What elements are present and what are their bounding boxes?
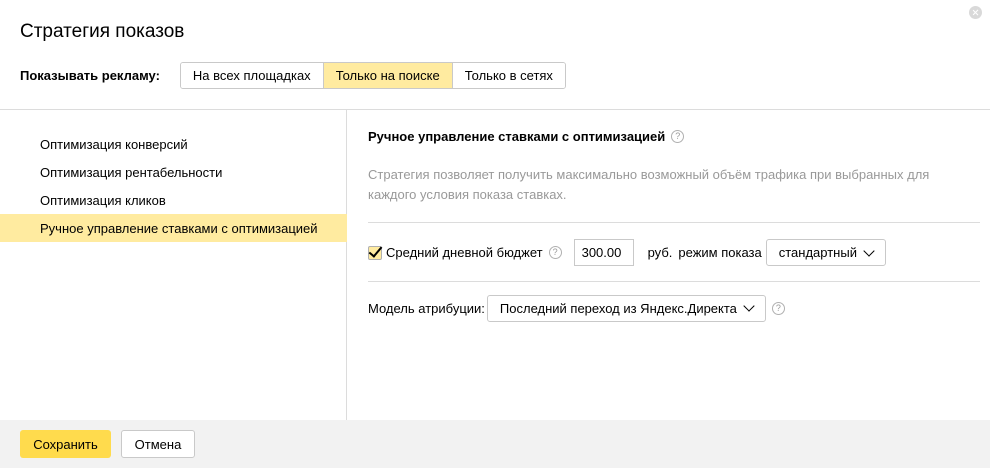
show-ads-networks-option[interactable]: Только в сетях xyxy=(452,63,565,88)
cancel-button[interactable]: Отмена xyxy=(121,430,195,458)
section-divider xyxy=(368,222,980,223)
show-ads-row: Показывать рекламу: На всех площадках То… xyxy=(20,62,566,89)
attribution-value: Последний переход из Яндекс.Директа xyxy=(499,300,737,316)
chevron-down-icon xyxy=(743,300,755,312)
attribution-row: Модель атрибуции: Последний переход из Я… xyxy=(368,294,785,322)
strategy-sidebar: Оптимизация конверсий Оптимизация рентаб… xyxy=(0,110,347,420)
help-icon[interactable]: ? xyxy=(771,301,785,315)
currency-label: руб. xyxy=(647,245,673,260)
help-icon[interactable]: ? xyxy=(548,246,562,259)
daily-budget-checkbox[interactable] xyxy=(368,245,382,260)
sidebar-item-clicks[interactable]: Оптимизация кликов xyxy=(0,186,347,214)
sidebar-item-profitability[interactable]: Оптимизация рентабельности xyxy=(0,158,347,186)
dialog-footer: Сохранить Отмена xyxy=(0,420,990,468)
strategy-description: Стратегия позволяет получить максимально… xyxy=(368,167,930,202)
display-mode-label: режим показа xyxy=(678,245,762,260)
daily-budget-row: Средний дневной бюджет ? руб. режим пока… xyxy=(368,239,886,266)
daily-budget-label: Средний дневной бюджет xyxy=(386,245,543,260)
show-ads-selector: На всех площадках Только на поиске Тольк… xyxy=(179,62,566,89)
sidebar-item-manual-bids[interactable]: Ручное управление ставками с оптимизацие… xyxy=(0,214,347,242)
daily-budget-input[interactable] xyxy=(573,239,634,266)
show-ads-search-option[interactable]: Только на поиске xyxy=(323,63,453,88)
display-mode-select[interactable]: стандартный xyxy=(765,239,886,266)
strategy-title-row: Ручное управление ставками с оптимизацие… xyxy=(368,129,685,144)
save-button[interactable]: Сохранить xyxy=(20,430,111,458)
chevron-down-icon xyxy=(863,244,875,257)
show-ads-label: Показывать рекламу: xyxy=(20,68,160,83)
dialog-title: Стратегия показов xyxy=(20,21,185,42)
display-mode-value: стандартный xyxy=(778,245,857,260)
strategy-title: Ручное управление ставками с оптимизацие… xyxy=(368,129,666,144)
section-divider xyxy=(368,281,980,282)
close-icon[interactable] xyxy=(969,6,982,19)
attribution-label: Модель атрибуции: xyxy=(368,300,485,316)
show-ads-all-option[interactable]: На всех площадках xyxy=(180,63,324,88)
attribution-select[interactable]: Последний переход из Яндекс.Директа xyxy=(486,294,766,322)
sidebar-item-conversions[interactable]: Оптимизация конверсий xyxy=(0,130,347,158)
help-icon[interactable]: ? xyxy=(671,130,685,143)
